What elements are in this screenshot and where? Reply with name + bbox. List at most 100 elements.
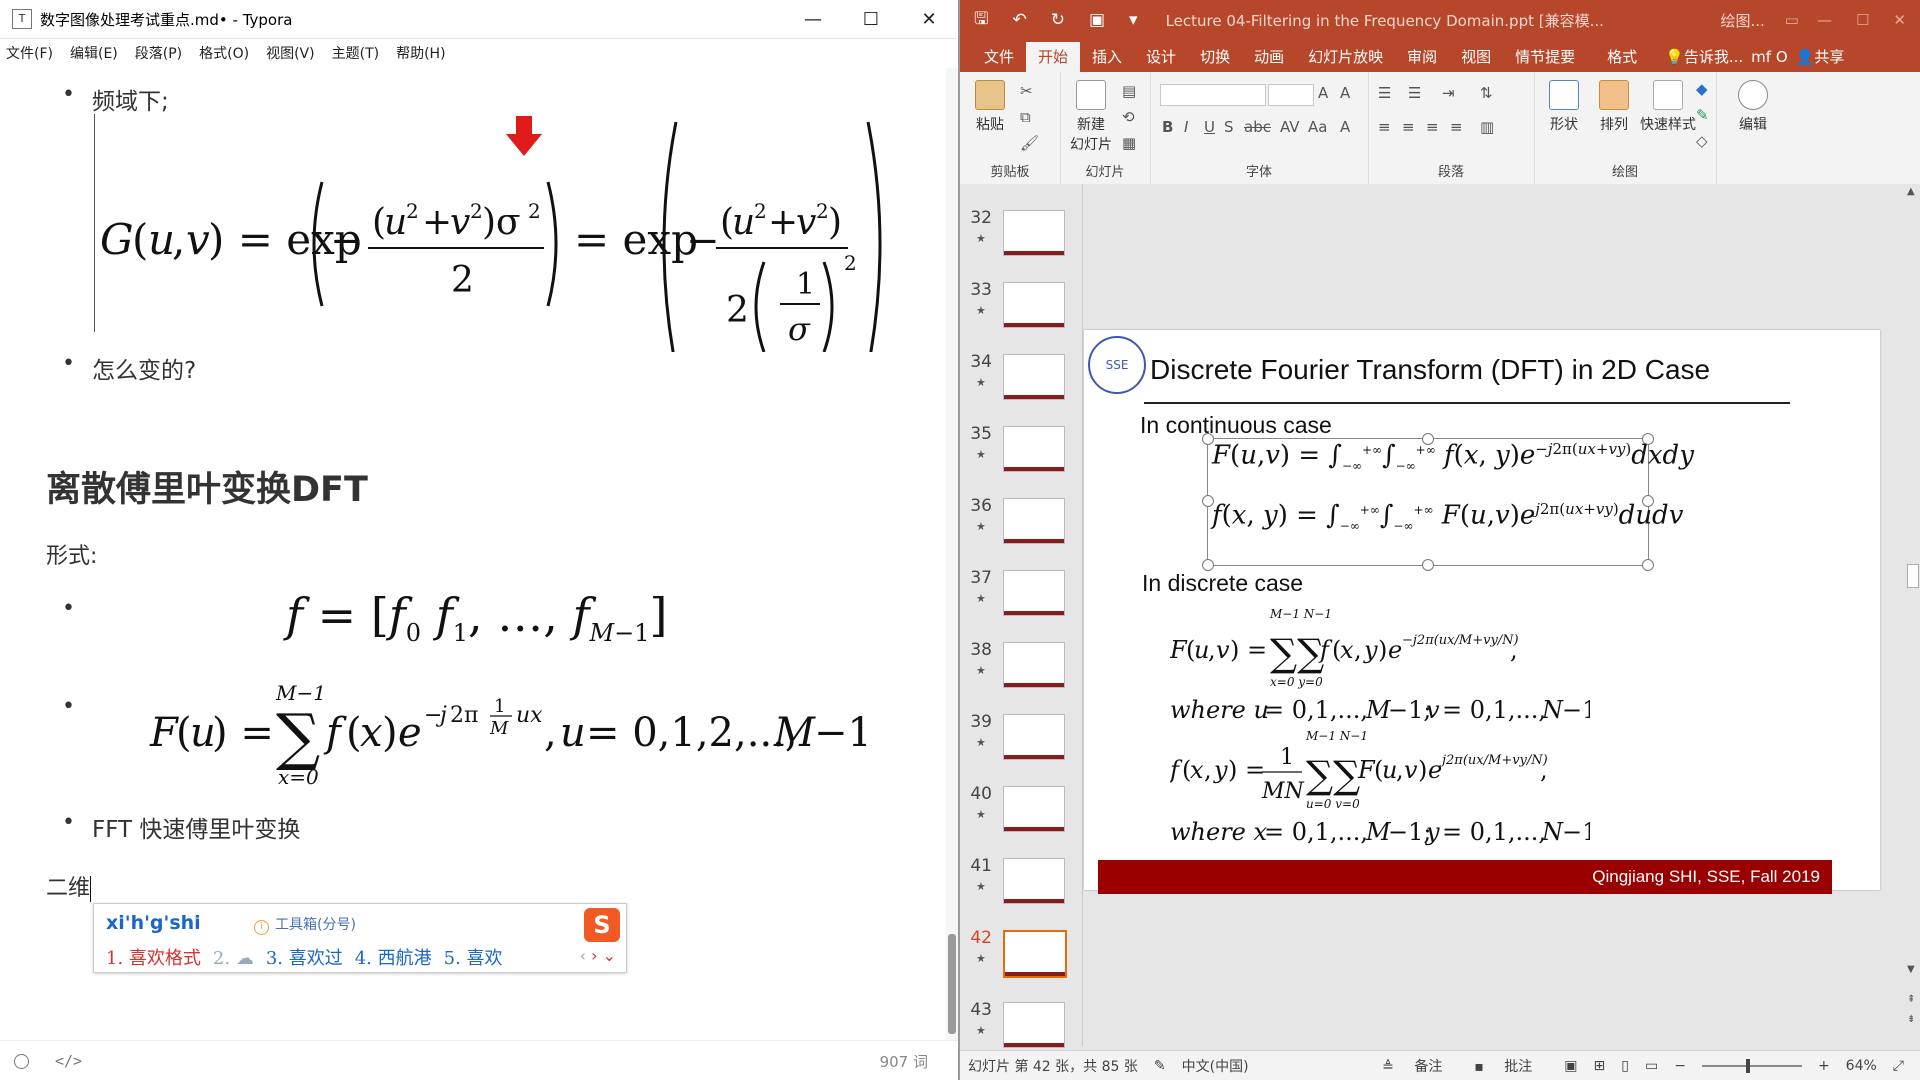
scroll-up-icon[interactable]: ▲ <box>1907 186 1915 197</box>
notes-button[interactable]: ≜ 备注 <box>1382 1056 1458 1076</box>
ppt-minimize-button[interactable]: — <box>1817 11 1832 29</box>
menu-format[interactable]: 格式(O) <box>199 43 249 63</box>
slide-thumbnail[interactable]: 32 ★ <box>968 208 1080 274</box>
language-indicator[interactable]: 中文(中国) <box>1182 1056 1249 1076</box>
shape-fill-icon[interactable]: ◆ <box>1696 80 1708 98</box>
next-slide-icon[interactable]: ⇟ <box>1907 1014 1915 1025</box>
zoom-slider-thumb[interactable] <box>1745 1059 1750 1073</box>
prev-slide-icon[interactable]: ⇞ <box>1907 994 1915 1005</box>
menu-view[interactable]: 视图(V) <box>266 43 315 63</box>
ime-candidate[interactable]: 1. 喜欢格式 <box>106 948 201 969</box>
columns-icon[interactable]: ▥ <box>1480 118 1494 136</box>
shape-effects-icon[interactable]: ◇ <box>1696 132 1708 150</box>
align-left-icon[interactable]: ≡ <box>1378 118 1391 136</box>
format-painter-icon[interactable]: 🖌 <box>1020 134 1039 152</box>
ime-candidate[interactable]: 4. 西航港 <box>355 948 432 969</box>
shrink-font-icon[interactable]: A <box>1340 84 1350 102</box>
typing-line[interactable]: 二维 <box>46 870 92 902</box>
tab-storyboard[interactable]: 情节提要 <box>1503 42 1587 72</box>
change-case-icon[interactable]: Aa <box>1308 118 1327 136</box>
italic-icon[interactable]: I <box>1184 118 1188 136</box>
tab-slideshow[interactable]: 幻灯片放映 <box>1296 42 1395 72</box>
tab-design[interactable]: 设计 <box>1134 42 1188 72</box>
ime-candidate[interactable]: 2. ☁ <box>213 948 254 969</box>
bold-icon[interactable]: B <box>1162 118 1173 136</box>
slide-thumbnail[interactable]: 41 ★ <box>968 856 1080 922</box>
scroll-down-icon[interactable]: ▼ <box>1907 964 1915 975</box>
tab-home[interactable]: 开始 <box>1026 42 1081 72</box>
fit-slide-icon[interactable]: ⤢ <box>1893 1058 1904 1074</box>
chevron-down-icon[interactable]: ⌄ <box>603 946 616 965</box>
align-right-icon[interactable]: ≡ <box>1426 118 1439 136</box>
shadow-icon[interactable]: S <box>1224 118 1234 136</box>
copy-icon[interactable]: ⧉ <box>1020 108 1031 126</box>
tab-transitions[interactable]: 切换 <box>1188 42 1242 72</box>
slide-sorter-icon[interactable]: ⊞ <box>1594 1058 1606 1074</box>
paste-button[interactable]: 粘贴 <box>968 80 1012 134</box>
undo-icon[interactable]: ↶ <box>1012 10 1026 30</box>
account-name[interactable]: mf O <box>1747 42 1791 72</box>
reset-icon[interactable]: ⟲ <box>1122 108 1135 126</box>
slide-thumbnail-pane[interactable]: 32 ★ 33 ★ 34 ★ 35 ★ 36 ★ 37 ★ 38 ★ 39 ★ 40 ★ 41 ★ … <box>960 184 1083 1048</box>
slide-thumbnail[interactable]: 33 ★ <box>968 280 1080 346</box>
chevron-left-icon[interactable]: ‹ <box>580 946 586 965</box>
editing-button[interactable]: 编辑 <box>1728 80 1778 134</box>
scrollbar-thumb[interactable] <box>948 934 956 1034</box>
source-code-icon[interactable]: </> <box>55 1052 82 1070</box>
close-button[interactable]: ✕ <box>900 0 958 38</box>
underline-icon[interactable]: U <box>1204 118 1215 136</box>
quick-styles-button[interactable]: 快速样式 <box>1638 80 1698 134</box>
slide-thumbnail[interactable]: 39 ★ <box>968 712 1080 778</box>
indent-icon[interactable]: ⇥ <box>1442 84 1455 102</box>
strikethrough-icon[interactable]: abc <box>1244 118 1271 136</box>
zoom-slider[interactable] <box>1701 1059 1802 1073</box>
tab-format[interactable]: 格式 <box>1595 42 1649 72</box>
spacing-icon[interactable]: AV <box>1280 118 1300 136</box>
slide-title[interactable]: Discrete Fourier Transform (DFT) in 2D C… <box>1150 354 1710 386</box>
bullet-item[interactable]: 频域下; <box>62 82 169 116</box>
minimize-button[interactable]: — <box>784 0 842 38</box>
slide-text-continuous[interactable]: In continuous case <box>1140 412 1332 439</box>
sogou-logo-icon[interactable]: S <box>584 908 620 942</box>
reading-view-icon[interactable]: ▯ <box>1621 1058 1629 1074</box>
resize-handle[interactable] <box>1422 559 1434 571</box>
ribbon-display-icon[interactable]: ▭ <box>1785 11 1799 29</box>
slide-thumbnail[interactable]: 38 ★ <box>968 640 1080 706</box>
slide[interactable]: SSE Discrete Fourier Transform (DFT) in … <box>1084 330 1880 894</box>
zoom-in-icon[interactable]: + <box>1818 1058 1830 1074</box>
slideshow-view-icon[interactable]: ▭ <box>1645 1058 1658 1074</box>
arrange-button[interactable]: 排列 <box>1592 80 1636 134</box>
tab-view[interactable]: 视图 <box>1449 42 1503 72</box>
present-icon[interactable]: ▣ <box>1089 10 1105 30</box>
save-icon[interactable]: 🖫 <box>974 6 988 35</box>
tell-me-search[interactable]: 💡告诉我... <box>1661 42 1747 72</box>
ime-page-nav[interactable]: ‹ › ⌄ <box>580 946 616 965</box>
zoom-level[interactable]: 64% <box>1846 1058 1877 1074</box>
ppt-maximize-button[interactable]: ☐ <box>1856 11 1869 29</box>
resize-handle[interactable] <box>1642 559 1654 571</box>
comments-button[interactable]: ▪ 批注 <box>1474 1056 1548 1076</box>
section-icon[interactable]: ▦ <box>1122 134 1136 152</box>
slide-thumbnail[interactable]: 35 ★ <box>968 424 1080 490</box>
scrollbar-thumb[interactable] <box>1907 564 1919 588</box>
text-direction-icon[interactable]: ⇅ <box>1480 84 1493 102</box>
section-heading[interactable]: 离散傅里叶变换DFT <box>46 461 368 512</box>
outline-toggle-icon[interactable] <box>14 1053 29 1069</box>
menu-paragraph[interactable]: 段落(P) <box>135 43 182 63</box>
ppt-close-button[interactable]: ✕ <box>1893 11 1906 29</box>
share-button[interactable]: 👤共享 <box>1792 42 1849 72</box>
chevron-right-icon[interactable]: › <box>591 946 597 965</box>
normal-view-icon[interactable]: ▣ <box>1564 1058 1577 1074</box>
font-name-box[interactable] <box>1160 84 1266 106</box>
slide-editing-area[interactable]: SSE Discrete Fourier Transform (DFT) in … <box>1084 184 1904 1046</box>
ime-candidate[interactable]: 3. 喜欢过 <box>266 948 343 969</box>
ime-toolbox[interactable]: i 工具箱(分号) <box>254 914 356 935</box>
tab-file[interactable]: 文件 <box>972 42 1026 72</box>
paragraph[interactable]: 形式: <box>46 538 97 570</box>
typora-scrollbar[interactable] <box>946 68 958 1040</box>
typora-document[interactable]: 频域下; G ( u , v ) = exp − ( u 2 + v 2 )σ … <box>0 68 944 1036</box>
tab-animations[interactable]: 动画 <box>1242 42 1296 72</box>
menu-help[interactable]: 帮助(H) <box>396 43 445 63</box>
slide-scrollbar[interactable]: ▲ ▼ ⇞ ⇟ <box>1904 184 1920 1046</box>
slide-thumbnail[interactable]: 36 ★ <box>968 496 1080 562</box>
